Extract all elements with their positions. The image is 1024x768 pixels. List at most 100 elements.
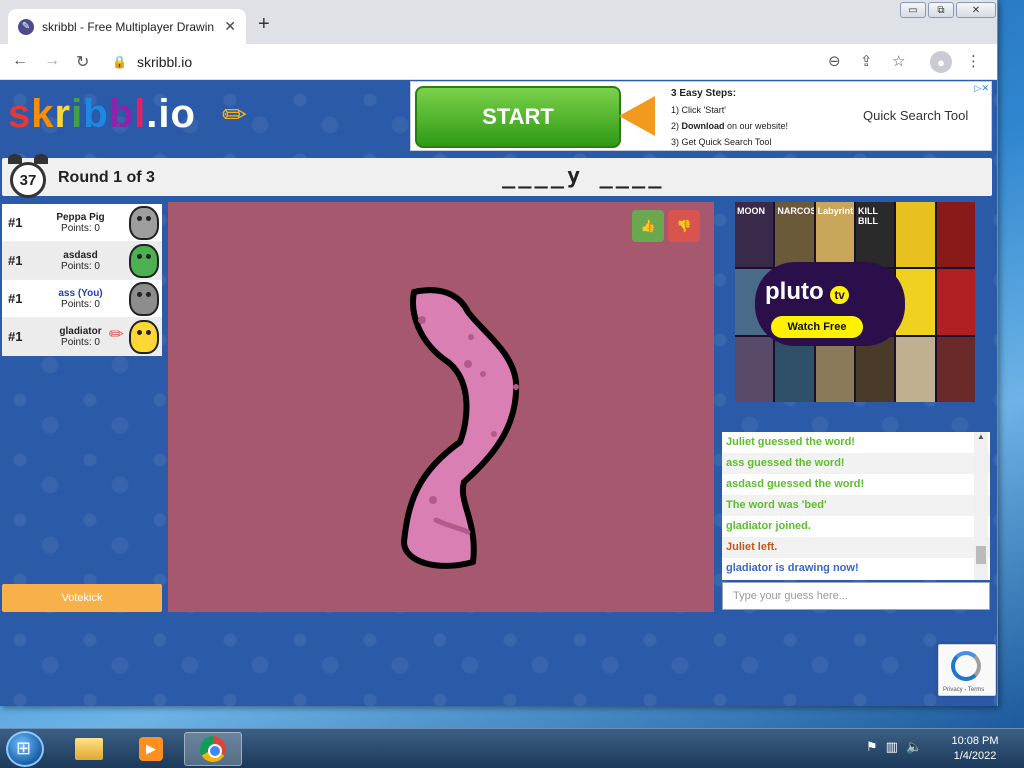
ad-tile xyxy=(936,336,975,402)
profile-avatar-icon[interactable]: ● xyxy=(930,51,952,73)
ad-arrow-icon xyxy=(619,96,655,136)
player-name: Peppa Pig xyxy=(56,211,105,223)
folder-icon xyxy=(75,738,103,760)
player-row: #1 ass (You) Points: 0 xyxy=(2,280,162,318)
ad-tile xyxy=(896,336,935,402)
ad-start-button[interactable]: START xyxy=(415,86,621,148)
player-rank: #1 xyxy=(8,215,23,230)
ad-tile xyxy=(775,336,814,402)
drawing-pencil-icon: ✏ xyxy=(108,324,124,344)
ad-close-icon[interactable]: ▷✕ xyxy=(975,83,989,94)
skribbl-page: skribbl.io ✏ START 3 Easy Steps: 1) Clic… xyxy=(0,80,997,706)
scroll-thumb[interactable] xyxy=(976,546,986,564)
player-avatar xyxy=(129,281,159,316)
thumbs-down-icon[interactable]: 👎 xyxy=(668,210,700,242)
close-window-button[interactable]: ✕ xyxy=(956,2,996,18)
thumbs-up-icon[interactable]: 👍 xyxy=(632,210,664,242)
top-ad-banner[interactable]: START 3 Easy Steps: 1) Click 'Start' 2) … xyxy=(410,81,992,151)
start-orb-icon[interactable] xyxy=(6,731,44,767)
player-rank: #1 xyxy=(8,329,23,344)
player-name: ass (You) xyxy=(58,287,103,299)
tab-skribbl[interactable]: ✎ skribbl - Free Multiplayer Drawin ✕ xyxy=(8,9,246,44)
chat-message: gladiator joined. xyxy=(726,520,811,532)
player-avatar xyxy=(129,319,159,354)
taskbar-chrome[interactable] xyxy=(184,732,242,766)
chat-message: gladiator is drawing now! xyxy=(726,562,859,574)
zoom-icon[interactable]: ⊖ xyxy=(828,52,841,70)
player-row: #1 gladiator Points: 0 ✏ xyxy=(2,318,162,356)
round-label: Round 1 of 3 xyxy=(58,169,155,186)
ad-tile: NARCOS xyxy=(775,202,814,268)
back-arrow-icon[interactable]: ← xyxy=(12,52,28,70)
player-row: #1 Peppa Pig Points: 0 xyxy=(2,204,162,242)
recaptcha-icon xyxy=(951,651,981,681)
flag-icon[interactable]: ⚑ xyxy=(866,739,878,755)
drawing xyxy=(401,287,520,569)
address-bar[interactable]: 🔒 skribbl.io xyxy=(112,49,882,75)
menu-kebab-icon[interactable]: ⋮ xyxy=(966,52,981,70)
tab-strip: ✎ skribbl - Free Multiplayer Drawin ✕ + … xyxy=(0,0,997,44)
media-player-icon: ▶ xyxy=(139,737,163,761)
scroll-up-icon[interactable]: ▲ xyxy=(974,432,988,444)
skribbl-favicon-icon: ✎ xyxy=(18,18,34,35)
bookmark-star-icon[interactable]: ☆ xyxy=(892,52,905,70)
system-clock[interactable]: 10:08 PM 1/4/2022 xyxy=(940,734,1010,764)
taskbar-explorer[interactable] xyxy=(60,732,118,766)
player-list: #1 Peppa Pig Points: 0 #1 asdasd Points: 0 #1 a… xyxy=(2,204,162,356)
player-row: #1 asdasd Points: 0 xyxy=(2,242,162,280)
player-points: Points: 0 xyxy=(61,222,100,234)
forward-arrow-icon[interactable]: → xyxy=(44,52,60,70)
player-avatar xyxy=(129,205,159,240)
taskbar: ▶ ⚑ ▥ 🔈 10:08 PM 1/4/2022 xyxy=(0,728,1024,768)
chat-message: asdasd guessed the word! xyxy=(726,478,865,490)
round-bar: 37 Round 1 of 3 ____y ____ xyxy=(2,154,992,198)
player-points: Points: 0 xyxy=(61,298,100,310)
pluto-logo: pluto tv xyxy=(765,278,849,306)
votekick-button[interactable]: Votekick xyxy=(2,584,162,612)
skribbl-logo: skribbl.io xyxy=(8,92,196,136)
chat-scrollbar[interactable]: ▲ xyxy=(974,432,988,580)
watch-free-button[interactable]: Watch Free xyxy=(771,316,863,338)
drawn-shape xyxy=(401,287,520,569)
restore-button[interactable]: ⧉ xyxy=(928,2,954,18)
taskbar-media-player[interactable]: ▶ xyxy=(122,732,180,766)
network-icon[interactable]: ▥ xyxy=(886,739,898,755)
ad-tile xyxy=(936,269,975,335)
volume-icon[interactable]: 🔈 xyxy=(906,739,922,755)
share-icon[interactable]: ⇪ xyxy=(860,52,873,70)
tab-title: skribbl - Free Multiplayer Drawin xyxy=(42,19,215,34)
browser-window: ✎ skribbl - Free Multiplayer Drawin ✕ + … xyxy=(0,0,998,706)
new-tab-button[interactable]: + xyxy=(258,14,270,34)
ad-tile xyxy=(855,336,895,402)
ad-tile: KILL BILL xyxy=(855,202,895,268)
lock-icon: 🔒 xyxy=(112,55,127,69)
window-controls: ▭ ⧉ ✕ xyxy=(900,2,996,18)
word-hint: ____y ____ xyxy=(502,164,665,189)
reload-icon[interactable]: ↻ xyxy=(76,52,89,72)
player-rank: #1 xyxy=(8,291,23,306)
tab-close-icon[interactable]: ✕ xyxy=(224,18,236,35)
rating-buttons: 👍 👎 xyxy=(632,210,700,242)
ad-tile xyxy=(936,202,975,268)
minimize-button[interactable]: ▭ xyxy=(900,2,926,18)
drawing-canvas[interactable] xyxy=(168,202,714,612)
chrome-icon xyxy=(200,736,226,762)
ad-tile: Labyrinth xyxy=(815,202,854,268)
player-name: asdasd xyxy=(63,249,98,261)
ad-tile xyxy=(735,336,774,402)
ad-tile: MOON xyxy=(735,202,774,268)
player-points: Points: 0 xyxy=(61,260,100,272)
chat-message: The word was 'bed' xyxy=(722,495,990,516)
side-ad[interactable]: MOONNARCOSLabyrinthKILL BILL pluto tv Wa… xyxy=(735,202,975,402)
url-text: skribbl.io xyxy=(136,54,193,70)
timer: 37 xyxy=(10,162,46,198)
guess-input[interactable] xyxy=(722,582,990,610)
chat-message: ass guessed the word! xyxy=(722,453,990,474)
recaptcha-badge[interactable]: Privacy - Terms xyxy=(938,644,996,696)
player-avatar xyxy=(129,243,159,278)
ad-tile xyxy=(815,336,854,402)
player-rank: #1 xyxy=(8,253,23,268)
ad-brand: Quick Search Tool xyxy=(863,108,969,123)
ad-tile xyxy=(896,202,935,268)
browser-toolbar: ← → ↻ 🔒 skribbl.io ⊖ ⇪ ☆ ⋮ xyxy=(0,44,997,80)
